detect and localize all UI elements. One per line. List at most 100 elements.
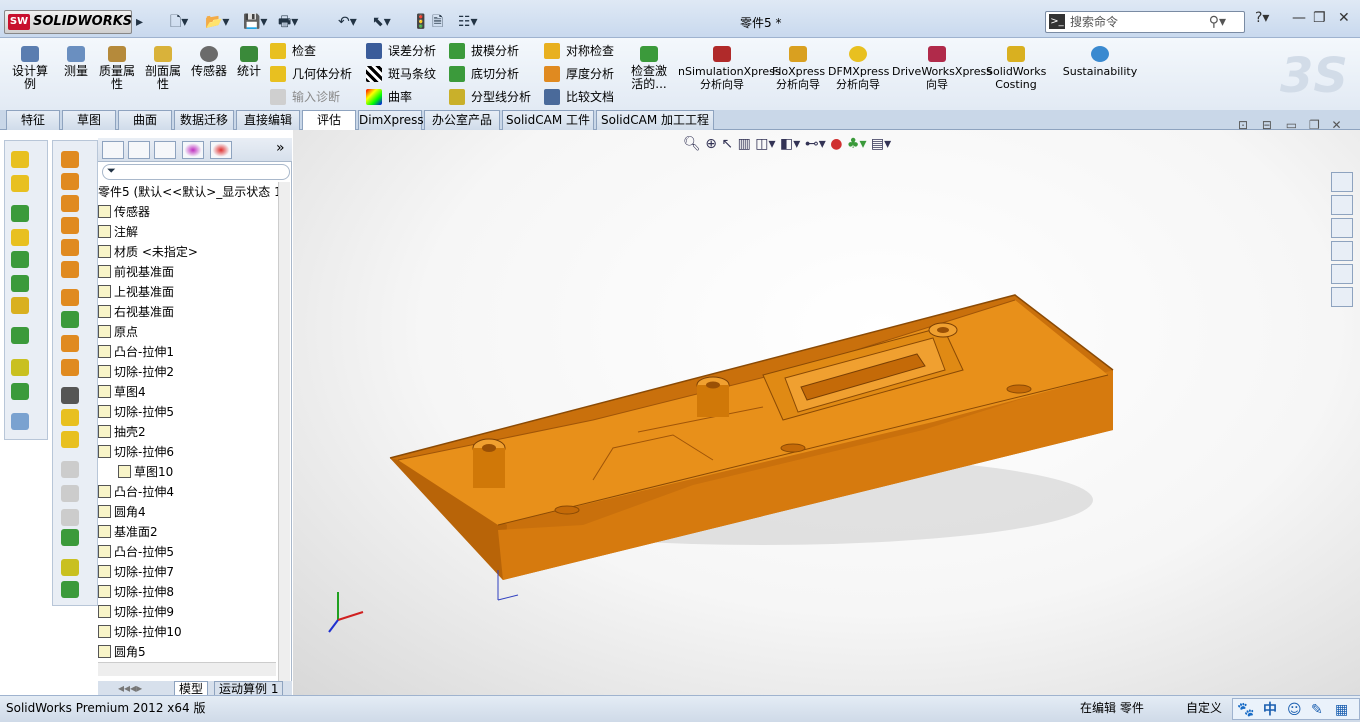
minimize-button[interactable]: — — [1292, 10, 1306, 26]
undo-icon[interactable]: ↶▾ — [338, 12, 357, 32]
ime-menu-icon[interactable]: ▦ — [1335, 699, 1348, 721]
sketch-icon[interactable] — [11, 359, 29, 376]
tree-item[interactable]: 凸台-拉伸5 — [98, 542, 174, 562]
tree-item[interactable]: 切除-拉伸5 — [98, 402, 174, 422]
dome-icon[interactable] — [61, 335, 79, 352]
tree-item[interactable]: 原点 — [98, 322, 138, 342]
tree-item[interactable]: 切除-拉伸10 — [98, 622, 182, 642]
sketch-tools-icon[interactable] — [61, 559, 79, 576]
ime-paw-icon[interactable]: 🐾 — [1237, 699, 1254, 721]
expand-panel-icon[interactable]: » — [276, 140, 285, 156]
select-icon[interactable]: ⬉▾ — [372, 12, 391, 32]
intersect-icon[interactable] — [61, 359, 79, 376]
search-icon[interactable]: ⚲▾ — [1209, 12, 1226, 32]
save-icon[interactable]: 💾▾ — [243, 12, 267, 32]
tree-item[interactable]: 抽壳2 — [98, 422, 146, 442]
check-button[interactable]: 检查 — [270, 42, 316, 60]
shell-icon[interactable] — [11, 251, 29, 268]
thickness-analysis-button[interactable]: 厚度分析 — [544, 65, 614, 83]
geometry-analysis-button[interactable]: 几何体分析 — [270, 65, 352, 83]
mass-properties-button[interactable]: 质量属性 — [96, 46, 138, 91]
section-properties-button[interactable]: 剖面属性 — [142, 46, 184, 91]
tree-item[interactable]: 上视基准面 — [98, 282, 174, 302]
sustainability-button[interactable]: Sustainability — [1060, 46, 1140, 78]
solidworks-resources-icon[interactable] — [1331, 172, 1353, 192]
graphics-area[interactable]: ⊡ ⊟ ▭ ❐ ✕ 🔍︎ ⊕ ↖ ▥ ◫▾ ◧▾ ⊷▾ ● ♣▾ ▤▾ — [293, 118, 1360, 695]
extrude-cut-icon[interactable] — [11, 175, 29, 192]
tree-item[interactable]: 前视基准面 — [98, 262, 174, 282]
file-properties-icon[interactable]: 🗎 — [432, 12, 443, 32]
tree-item[interactable]: 材质 <未指定> — [98, 242, 198, 262]
help-icon[interactable]: ?▾ — [1255, 10, 1269, 26]
tree-item[interactable]: 切除-拉伸2 — [98, 362, 174, 382]
simulationxpress-button[interactable]: nSimulationXpress 分析向导 — [678, 46, 781, 91]
feature-filter-input[interactable]: ⏷ — [102, 164, 290, 180]
revolve-icon[interactable] — [61, 173, 79, 190]
tab-direct-editing[interactable]: 直接编辑 — [236, 110, 300, 130]
tree-item[interactable]: 切除-拉伸6 — [98, 442, 174, 462]
deviation-analysis-button[interactable]: 误差分析 — [366, 42, 436, 60]
tree-item[interactable]: 传感器 — [98, 202, 150, 222]
parting-line-analysis-button[interactable]: 分型线分析 — [449, 88, 531, 106]
cut-revolve-icon[interactable] — [61, 261, 79, 278]
curvature-button[interactable]: 曲率 — [366, 88, 412, 106]
search-input[interactable]: >_ 搜索命令 ⚲▾ — [1045, 11, 1245, 33]
instant3d-icon[interactable] — [11, 413, 29, 430]
new-file-icon[interactable]: 🗋▾ — [170, 12, 188, 32]
dfmxpress-button[interactable]: DFMXpress 分析向导 — [828, 46, 889, 91]
zebra-stripes-button[interactable]: 斑马条纹 — [366, 65, 436, 83]
ime-emoji-icon[interactable]: ☺ — [1287, 699, 1302, 721]
tab-features[interactable]: 特征 — [6, 110, 60, 130]
tree-root[interactable]: 零件5 (默认<<默认>_显示状态 1 — [98, 182, 282, 202]
open-file-icon[interactable]: 📂▾ — [205, 12, 229, 32]
check-active-button[interactable]: 检查激活的... — [626, 46, 672, 91]
restore-button[interactable]: ❐ — [1313, 10, 1326, 26]
tab-solidcam-stock[interactable]: SolidCAM 工件 — [502, 110, 594, 130]
tree-item[interactable]: 凸台-拉伸1 — [98, 342, 174, 362]
floxpress-button[interactable]: FloXpress 分析向导 — [772, 46, 825, 91]
flyout-arrow-icon[interactable]: ▸ — [136, 12, 143, 32]
close-button[interactable]: ✕ — [1338, 10, 1350, 26]
units-status[interactable]: 自定义 — [1186, 697, 1222, 719]
ime-language-indicator[interactable]: 中 — [1263, 699, 1277, 721]
wrap-icon[interactable] — [61, 311, 79, 328]
tab-office-products[interactable]: 办公室产品 — [424, 110, 500, 130]
boundary-icon[interactable] — [61, 239, 79, 256]
tab-surfaces[interactable]: 曲面 — [118, 110, 172, 130]
hole-wizard-icon[interactable] — [61, 289, 79, 306]
tab-data-migration[interactable]: 数据迁移 — [174, 110, 234, 130]
tree-item[interactable]: 基准面2 — [98, 522, 158, 542]
display-manager-tab-icon[interactable] — [210, 141, 232, 159]
tab-evaluate[interactable]: 评估 — [302, 110, 356, 131]
tree-item[interactable]: 凸台-拉伸4 — [98, 482, 174, 502]
sensor-button[interactable]: 传感器 — [188, 46, 230, 78]
tree-horizontal-scrollbar[interactable] — [98, 662, 276, 676]
configuration-manager-tab-icon[interactable] — [154, 141, 176, 159]
rib-icon[interactable] — [11, 275, 29, 292]
tree-item[interactable]: 圆角5 — [98, 642, 146, 662]
tree-vertical-scrollbar[interactable] — [278, 182, 290, 698]
draft-analysis-button[interactable]: 拔模分析 — [449, 42, 519, 60]
solidworks-logo[interactable]: SW SOLIDWORKS — [4, 10, 132, 34]
dimxpert-tab-icon[interactable] — [182, 141, 204, 159]
statistics-button[interactable]: 统计 — [234, 46, 264, 78]
tree-item[interactable]: 切除-拉伸8 — [98, 582, 174, 602]
fillet-icon[interactable] — [11, 205, 29, 222]
tree-item[interactable]: 切除-拉伸9 — [98, 602, 174, 622]
linear-pattern-icon[interactable] — [11, 327, 29, 344]
custom-properties-icon[interactable] — [1331, 287, 1353, 307]
tree-item[interactable]: 右视基准面 — [98, 302, 174, 322]
measure-button[interactable]: 测量 — [58, 46, 94, 78]
undercut-analysis-button[interactable]: 底切分析 — [449, 65, 519, 83]
ime-pen-icon[interactable]: ✎ — [1311, 699, 1323, 721]
property-manager-tab-icon[interactable] — [128, 141, 150, 159]
tab-sketch[interactable]: 草图 — [62, 110, 116, 130]
feature-tree-tab-icon[interactable] — [102, 141, 124, 159]
mirror-icon[interactable] — [61, 431, 79, 448]
extrude-boss-icon[interactable] — [11, 151, 29, 168]
loft-icon[interactable] — [61, 217, 79, 234]
driveworksxpress-button[interactable]: DriveWorksXpress 向导 — [892, 46, 992, 91]
tree-item[interactable]: 草图4 — [98, 382, 146, 402]
chamfer-icon[interactable] — [11, 229, 29, 246]
reference-geometry-icon[interactable] — [61, 409, 79, 426]
